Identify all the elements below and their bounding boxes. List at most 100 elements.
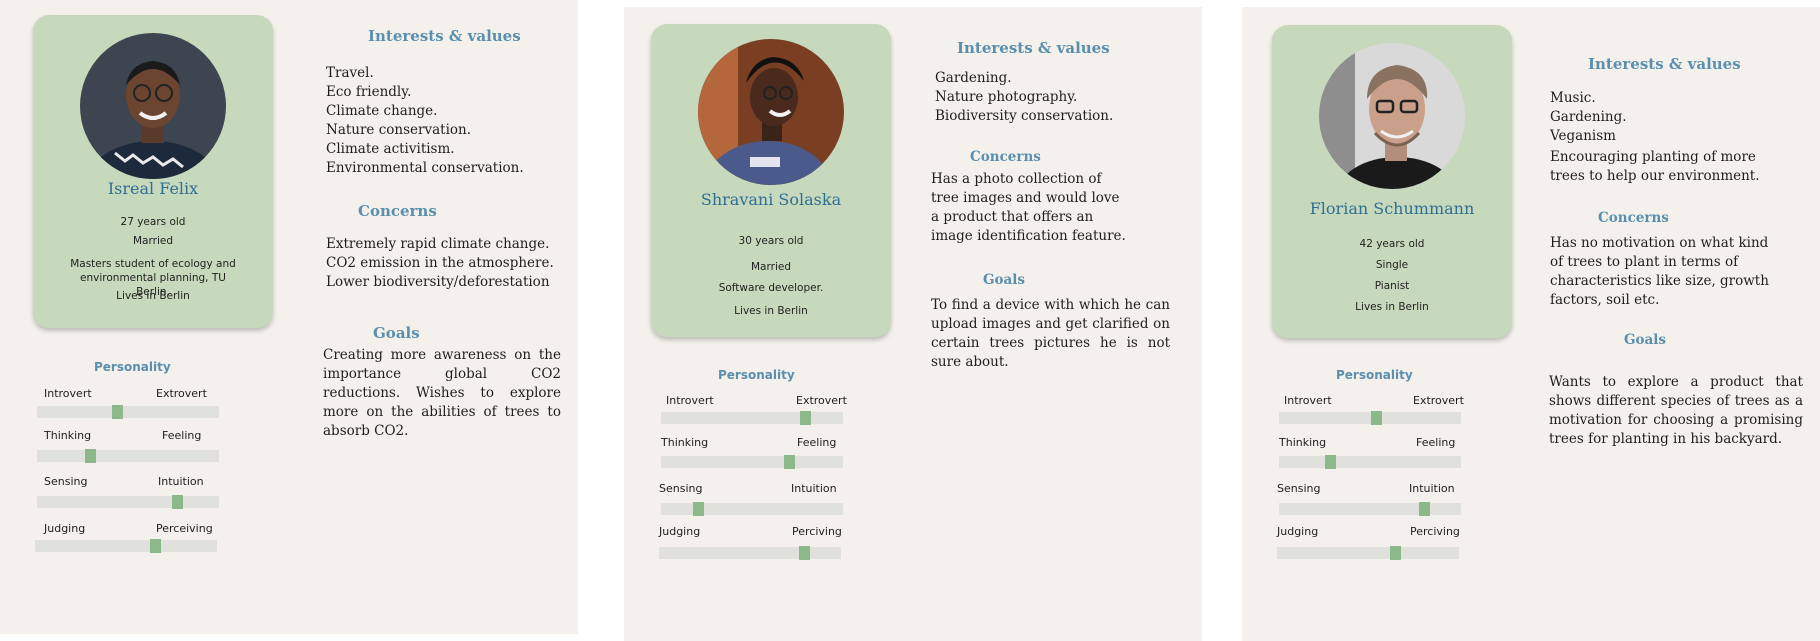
persona-name: Isreal Felix bbox=[107, 179, 199, 198]
concern-item: CO2 emission in the atmosphere. bbox=[326, 255, 554, 271]
goals-text: Creating more awareness on the importanc… bbox=[323, 347, 561, 439]
slider-thumb[interactable] bbox=[172, 495, 183, 509]
avatar-photo-icon bbox=[80, 33, 226, 179]
trait-right-label: Extrovert bbox=[1413, 394, 1464, 407]
trait-left-label: Judging bbox=[659, 525, 701, 538]
trait-right-label: Feeling bbox=[1416, 436, 1456, 449]
trait-left-label: Judging bbox=[44, 522, 86, 535]
interest-item: Gardening. bbox=[1550, 109, 1627, 125]
trait-left-label: Sensing bbox=[1277, 482, 1321, 495]
persona-age: 30 years old bbox=[738, 235, 804, 247]
trait-slider[interactable] bbox=[661, 455, 843, 469]
goals-heading: Goals bbox=[983, 272, 1026, 288]
interest-item: Travel. bbox=[326, 65, 374, 81]
avatar bbox=[698, 39, 844, 185]
trait-slider[interactable] bbox=[37, 449, 219, 463]
concerns-heading: Concerns bbox=[358, 202, 437, 220]
trait-slider[interactable] bbox=[1279, 502, 1461, 516]
trait-slider[interactable] bbox=[37, 405, 219, 419]
interest-item: Eco friendly. bbox=[326, 84, 412, 100]
avatar bbox=[1319, 43, 1465, 189]
interest-item: Music. bbox=[1550, 90, 1596, 106]
concern-item: Lower biodiversity/deforestation bbox=[326, 274, 550, 290]
persona-marital-status: Married bbox=[133, 235, 173, 247]
profile-card: Shravani Solaska 30 years old Married So… bbox=[651, 24, 891, 337]
trait-left-label: Thinking bbox=[1279, 436, 1327, 449]
slider-thumb[interactable] bbox=[1325, 455, 1336, 469]
persona-name: Florian Schummann bbox=[1309, 199, 1475, 218]
persona-panel-isreal: Isreal Felix 27 years old Married Master… bbox=[0, 0, 578, 634]
interest-item: Climate change. bbox=[326, 103, 438, 119]
slider-thumb[interactable] bbox=[1390, 546, 1401, 560]
interests-heading: Interests & values bbox=[957, 39, 1110, 57]
trait-slider[interactable] bbox=[37, 495, 219, 509]
persona-occupation: Pianist bbox=[1374, 280, 1410, 292]
profile-card: Florian Schummann 42 years old Single Pi… bbox=[1272, 25, 1512, 338]
persona-panel-shravani: Shravani Solaska 30 years old Married So… bbox=[624, 7, 1202, 641]
trait-right-label: Intuition bbox=[1409, 482, 1455, 495]
interest-item: Biodiversity conservation. bbox=[935, 108, 1114, 124]
interest-item: Environmental conservation. bbox=[326, 160, 524, 176]
interest-item: Climate activitism. bbox=[326, 141, 455, 157]
slider-thumb[interactable] bbox=[784, 455, 795, 469]
trait-slider[interactable] bbox=[659, 546, 841, 560]
trait-left-label: Introvert bbox=[1284, 394, 1332, 407]
trait-right-label: Intuition bbox=[158, 475, 204, 488]
trait-right-label: Perciving bbox=[1410, 525, 1460, 538]
interest-item: Veganism bbox=[1550, 128, 1616, 144]
slider-thumb[interactable] bbox=[1371, 411, 1382, 425]
trait-slider[interactable] bbox=[35, 539, 217, 553]
concerns-text: Has no motivation on what kind of trees … bbox=[1550, 235, 1769, 308]
interests-heading: Interests & values bbox=[1588, 55, 1741, 73]
persona-location: Lives in Berlin bbox=[734, 305, 808, 317]
persona-age: 42 years old bbox=[1359, 238, 1425, 250]
slider-thumb[interactable] bbox=[85, 449, 96, 463]
goals-text: Wants to explore a product that shows di… bbox=[1549, 374, 1803, 447]
trait-left-label: Sensing bbox=[659, 482, 703, 495]
trait-right-label: Feeling bbox=[797, 436, 837, 449]
slider-thumb[interactable] bbox=[799, 546, 810, 560]
interest-item: Gardening. bbox=[935, 70, 1012, 86]
persona-location: Lives in Berlin bbox=[1355, 301, 1429, 313]
concerns-heading: Concerns bbox=[1598, 210, 1669, 226]
slider-thumb[interactable] bbox=[1419, 502, 1430, 516]
persona-occupation: Software developer. bbox=[718, 282, 824, 294]
slider-thumb[interactable] bbox=[112, 405, 123, 419]
personality-heading: Personality bbox=[94, 360, 171, 374]
interests-heading: Interests & values bbox=[368, 27, 521, 45]
trait-right-label: Feeling bbox=[162, 429, 202, 442]
goals-heading: Goals bbox=[373, 324, 420, 342]
trait-left-label: Judging bbox=[1277, 525, 1319, 538]
avatar-photo-icon bbox=[698, 39, 844, 185]
trait-slider[interactable] bbox=[1279, 411, 1461, 425]
persona-marital-status: Married bbox=[751, 261, 791, 273]
trait-slider[interactable] bbox=[661, 502, 843, 516]
trait-right-label: Intuition bbox=[791, 482, 837, 495]
concerns-heading: Concerns bbox=[970, 149, 1041, 165]
avatar-photo-icon bbox=[1319, 43, 1465, 189]
persona-location: Lives in Berlin bbox=[116, 290, 190, 302]
persona-panel-florian: Florian Schummann 42 years old Single Pi… bbox=[1242, 7, 1820, 641]
trait-left-label: Thinking bbox=[44, 429, 92, 442]
trait-slider[interactable] bbox=[1279, 455, 1461, 469]
trait-slider[interactable] bbox=[1277, 546, 1459, 560]
slider-thumb[interactable] bbox=[693, 502, 704, 516]
avatar bbox=[80, 33, 226, 179]
trait-right-label: Perceiving bbox=[156, 522, 213, 535]
concerns-text: Has a photo collection of tree images an… bbox=[931, 171, 1126, 244]
trait-left-label: Thinking bbox=[661, 436, 709, 449]
persona-marital-status: Single bbox=[1375, 259, 1409, 271]
trait-left-label: Sensing bbox=[44, 475, 88, 488]
trait-slider[interactable] bbox=[661, 411, 843, 425]
trait-right-label: Extrovert bbox=[156, 387, 207, 400]
trait-left-label: Introvert bbox=[44, 387, 92, 400]
profile-card: Isreal Felix 27 years old Married Master… bbox=[33, 15, 273, 328]
persona-age: 27 years old bbox=[120, 216, 186, 228]
slider-thumb[interactable] bbox=[800, 411, 811, 425]
personality-heading: Personality bbox=[718, 368, 795, 382]
trait-right-label: Extrovert bbox=[796, 394, 847, 407]
concern-item: Extremely rapid climate change. bbox=[326, 236, 550, 252]
slider-thumb[interactable] bbox=[150, 539, 161, 553]
trait-right-label: Perciving bbox=[792, 525, 842, 538]
trait-left-label: Introvert bbox=[666, 394, 714, 407]
